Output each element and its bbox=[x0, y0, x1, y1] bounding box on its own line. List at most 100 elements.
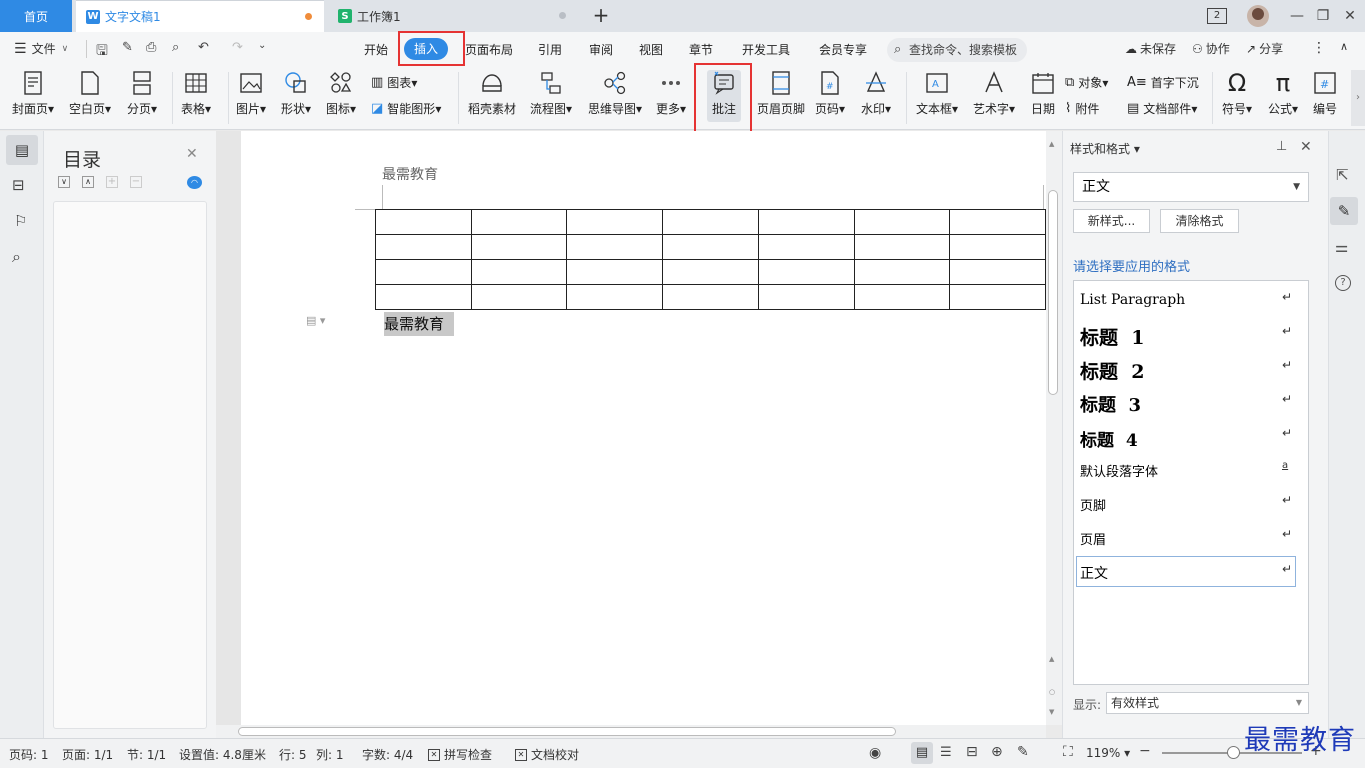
tab-home[interactable]: 首页 bbox=[0, 0, 72, 32]
page-number-button[interactable]: # 页码▾ bbox=[815, 70, 845, 117]
mindmap-button[interactable]: 思维导图▾ bbox=[588, 70, 642, 117]
close-icon[interactable]: ✕ bbox=[1340, 6, 1360, 26]
collaborate-button[interactable]: ⚇ 协作 bbox=[1192, 40, 1230, 57]
wordart-button[interactable]: 艺术字▾ bbox=[973, 70, 1015, 117]
smart-toc-icon[interactable]: ◠ bbox=[187, 176, 202, 189]
style-item-header[interactable]: 页眉 bbox=[1080, 529, 1106, 548]
material-button[interactable]: 稻壳素材 bbox=[468, 70, 516, 117]
share-button[interactable]: ↗ 分享 bbox=[1246, 40, 1283, 57]
toc-close-icon[interactable]: ✕ bbox=[186, 146, 198, 162]
toc-view-icon[interactable]: ▤ bbox=[6, 135, 38, 165]
table-cell[interactable] bbox=[375, 284, 472, 310]
table-cell[interactable] bbox=[949, 259, 1046, 285]
reading-view-icon[interactable]: ⊟ bbox=[966, 744, 978, 760]
clear-format-button[interactable]: 清除格式 bbox=[1160, 209, 1239, 233]
table-cell[interactable] bbox=[470, 209, 568, 235]
table-cell[interactable] bbox=[375, 209, 472, 235]
print-icon[interactable]: ⎙ bbox=[146, 40, 156, 55]
status-section[interactable]: 节: 1/1 bbox=[127, 746, 166, 763]
expand-down-icon[interactable]: ∨ bbox=[58, 176, 70, 188]
minimize-icon[interactable]: — bbox=[1287, 6, 1307, 26]
undo-icon[interactable]: ↶ bbox=[198, 40, 209, 55]
icon-library-button[interactable]: 图标▾ bbox=[326, 70, 356, 117]
table-cell[interactable] bbox=[375, 259, 472, 285]
more-options-icon[interactable]: ⋮ bbox=[1312, 40, 1326, 56]
table-cell[interactable] bbox=[949, 209, 1046, 235]
chapter-nav-icon[interactable]: ⊟ bbox=[12, 176, 25, 194]
table-cell[interactable] bbox=[853, 284, 951, 310]
chart-button[interactable]: ▥ 图表 ▾ bbox=[371, 74, 417, 91]
new-style-button[interactable]: 新样式... bbox=[1073, 209, 1150, 233]
table-cell[interactable] bbox=[566, 234, 664, 260]
table-cell[interactable] bbox=[566, 259, 664, 285]
blank-page-button[interactable]: 空白页▾ bbox=[69, 70, 111, 117]
table-cell[interactable] bbox=[470, 234, 568, 260]
status-setting[interactable]: 设置值: 4.8厘米 bbox=[179, 746, 266, 763]
document-table[interactable] bbox=[375, 209, 1046, 310]
remove-level-icon[interactable]: − bbox=[130, 176, 142, 188]
style-item-heading-2[interactable]: 标题 2 bbox=[1080, 357, 1144, 384]
table-cell[interactable] bbox=[375, 234, 472, 260]
cover-page-button[interactable]: 封面页▾ bbox=[12, 70, 54, 117]
print-preview-icon[interactable]: ⌕ bbox=[172, 40, 179, 55]
tab-document[interactable]: W 文字文稿1 bbox=[76, 0, 324, 32]
help-icon[interactable]: ? bbox=[1335, 275, 1351, 291]
add-level-icon[interactable]: + bbox=[106, 176, 118, 188]
current-style-select[interactable]: 正文 ▼ bbox=[1073, 172, 1309, 202]
formula-button[interactable]: π 公式▾ bbox=[1268, 70, 1298, 117]
find-icon[interactable]: ⌕ bbox=[12, 247, 21, 267]
restore-icon[interactable]: ❐ bbox=[1313, 6, 1333, 26]
status-pages[interactable]: 页面: 1/1 bbox=[62, 746, 113, 763]
collapse-ribbon-icon[interactable]: ∧ bbox=[1340, 40, 1348, 53]
table-button[interactable]: 表格▾ bbox=[181, 70, 211, 117]
styles-panel-title[interactable]: 样式和格式 ▾ bbox=[1070, 140, 1140, 157]
menu-member[interactable]: 会员专享 bbox=[819, 40, 867, 60]
style-item-default-font[interactable]: 默认段落字体 bbox=[1080, 461, 1158, 480]
menu-references[interactable]: 引用 bbox=[538, 40, 562, 60]
prev-page-icon[interactable]: ▲ bbox=[1049, 655, 1054, 663]
format-painter-icon[interactable]: ✎ bbox=[122, 40, 133, 55]
table-cell[interactable] bbox=[662, 209, 759, 235]
table-cell[interactable] bbox=[662, 234, 759, 260]
style-item-heading-1[interactable]: 标题 1 bbox=[1080, 323, 1144, 350]
menu-developer[interactable]: 开发工具 bbox=[742, 40, 790, 60]
flowchart-button[interactable]: 流程图▾ bbox=[530, 70, 572, 117]
vertical-scroll-thumb[interactable] bbox=[1048, 190, 1058, 395]
select-cursor-icon[interactable]: ⇱ bbox=[1336, 166, 1349, 184]
header-footer-button[interactable]: 页眉页脚 bbox=[757, 70, 805, 117]
avatar[interactable] bbox=[1247, 5, 1269, 27]
style-item-list-paragraph[interactable]: List Paragraph bbox=[1080, 292, 1185, 308]
eye-protection-icon[interactable]: ◉ bbox=[869, 745, 881, 761]
status-row[interactable]: 行: 5 bbox=[279, 746, 307, 763]
table-cell[interactable] bbox=[757, 234, 855, 260]
smartart-button[interactable]: ◪ 智能图形 ▾ bbox=[371, 100, 441, 117]
table-cell[interactable] bbox=[662, 259, 759, 285]
collapse-up-icon[interactable]: ∧ bbox=[82, 176, 94, 188]
quick-access-more-icon[interactable]: ⌄ bbox=[258, 40, 266, 51]
pin-icon[interactable]: ⊥ bbox=[1276, 139, 1287, 154]
tab-workbook[interactable]: S 工作簿1 bbox=[328, 0, 578, 32]
outline-view-icon[interactable]: ☰ bbox=[940, 745, 952, 760]
drop-cap-button[interactable]: A≡ 首字下沉 bbox=[1127, 74, 1199, 91]
page-break-button[interactable]: 分页▾ bbox=[127, 70, 157, 117]
symbol-button[interactable]: Ω 符号▾ bbox=[1222, 70, 1252, 117]
table-cell[interactable] bbox=[566, 284, 664, 310]
zoom-out-icon[interactable]: − bbox=[1139, 743, 1151, 759]
horizontal-scroll-thumb[interactable] bbox=[238, 727, 896, 736]
table-cell[interactable] bbox=[853, 234, 951, 260]
unsaved-status[interactable]: ☁ 未保存 bbox=[1125, 40, 1176, 57]
scroll-up-icon[interactable]: ▲ bbox=[1049, 140, 1054, 148]
more-button[interactable]: 更多▾ bbox=[656, 70, 686, 117]
bookmark-icon[interactable]: ⚐ bbox=[14, 212, 27, 230]
page-select-icon[interactable]: ○ bbox=[1049, 688, 1055, 696]
menu-start[interactable]: 开始 bbox=[364, 40, 388, 60]
next-page-icon[interactable]: ▼ bbox=[1049, 708, 1054, 716]
doc-part-button[interactable]: ▤ 文档部件 ▾ bbox=[1127, 100, 1197, 117]
textbox-button[interactable]: A 文本框▾ bbox=[916, 70, 958, 117]
redo-icon[interactable]: ↷ bbox=[232, 40, 243, 55]
status-page-number[interactable]: 页码: 1 bbox=[9, 746, 49, 763]
menu-chapter[interactable]: 章节 bbox=[689, 40, 713, 60]
header-text[interactable]: 最需教育 bbox=[382, 164, 438, 184]
write-mode-icon[interactable]: ✎ bbox=[1017, 744, 1029, 760]
page-view-icon[interactable]: ▤ bbox=[911, 742, 933, 764]
